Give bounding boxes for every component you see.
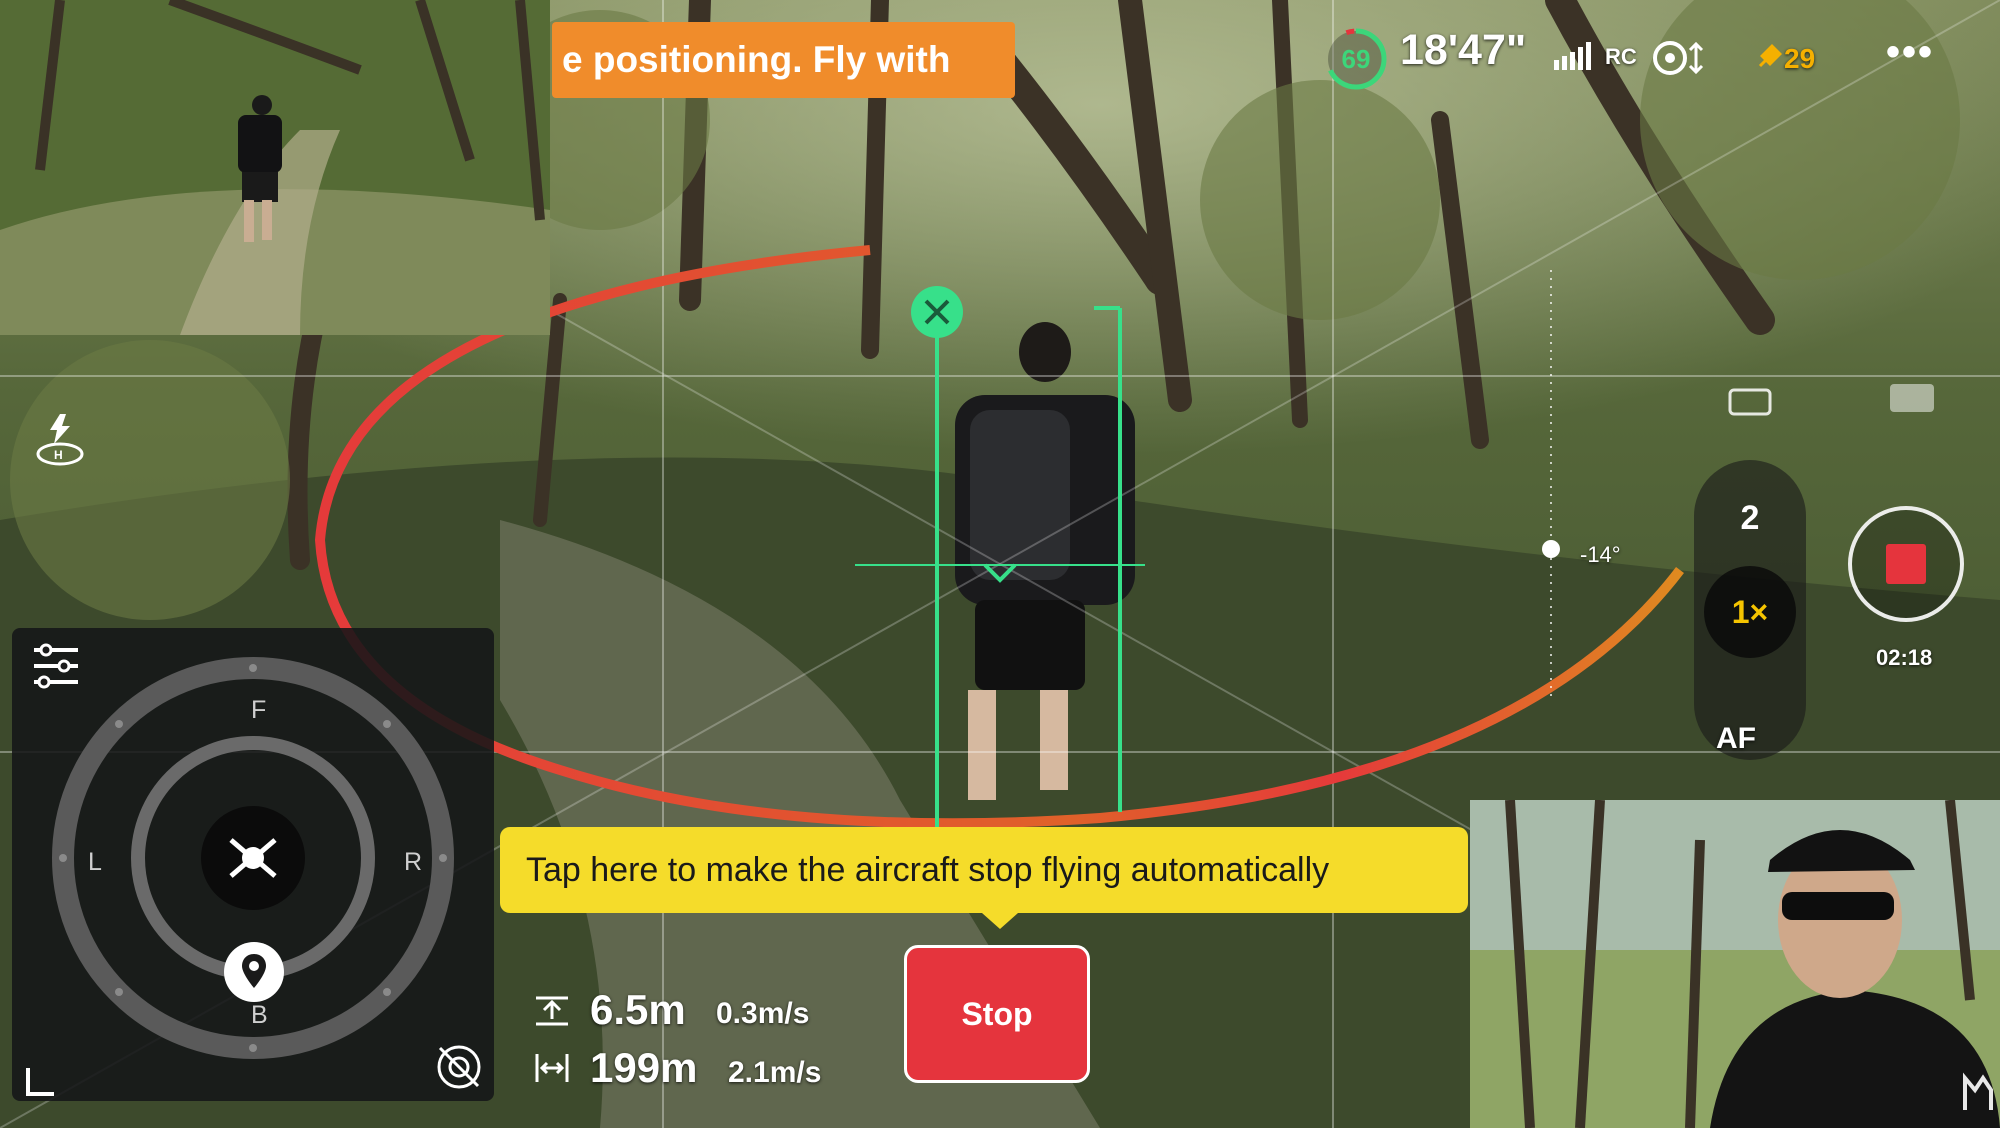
- signal-strength-icon[interactable]: [1552, 40, 1600, 70]
- satellite-count: 29: [1784, 43, 1816, 74]
- more-menu-button[interactable]: •••: [1886, 30, 1934, 75]
- battery-percent: 69: [1341, 44, 1371, 74]
- distance-value: 199m: [590, 1044, 698, 1091]
- pip-video-top-left: [0, 0, 550, 335]
- minimap-right-label: R: [404, 848, 423, 876]
- minimap-expand-icon[interactable]: [24, 1066, 56, 1098]
- minimap-back-label: B: [251, 1001, 268, 1029]
- stop-button[interactable]: Stop: [904, 945, 1090, 1083]
- obstacle-sensing-icon[interactable]: [1652, 38, 1712, 78]
- warning-banner[interactable]: e positioning. Fly with: [552, 22, 1015, 98]
- home-location-pin-icon: [224, 942, 284, 1002]
- distance-icon: [535, 1054, 569, 1082]
- record-stop-button[interactable]: [1848, 506, 1964, 622]
- focus-mode-button[interactable]: AF: [1716, 722, 1756, 756]
- obstacle-avoidance-off-icon[interactable]: [434, 1042, 484, 1092]
- attitude-minimap[interactable]: F B L R: [12, 628, 494, 1101]
- stop-hint-tooltip: Tap here to make the aircraft stop flyin…: [500, 827, 1468, 913]
- aircraft-icon: [229, 838, 277, 878]
- gimbal-angle: -14°: [1580, 542, 1621, 567]
- minimap-left-label: L: [88, 848, 102, 876]
- record-time: 02:18: [1876, 645, 1933, 670]
- pip-video-selfie: [1470, 800, 2000, 1128]
- flight-time-remaining: 18'47": [1400, 26, 1527, 74]
- photo-mode-icon[interactable]: [1888, 378, 1936, 414]
- rc-label: RC: [1605, 44, 1637, 69]
- battery-indicator[interactable]: 69: [1322, 25, 1390, 93]
- altitude-icon: [536, 996, 568, 1026]
- altitude-value: 6.5m: [590, 986, 686, 1033]
- cancel-track-icon: [911, 286, 963, 338]
- vertical-speed-value: 0.3m/s: [716, 997, 810, 1030]
- map-settings-sliders-icon[interactable]: [30, 640, 82, 692]
- gimbal-slider-handle[interactable]: [1542, 540, 1560, 558]
- return-to-home-icon[interactable]: H: [32, 410, 88, 470]
- zoom-1x-button[interactable]: 1×: [1704, 566, 1796, 658]
- zoom-2x-button[interactable]: 2: [1708, 476, 1792, 560]
- tooltip-pointer: [982, 913, 1018, 929]
- horizontal-speed-value: 2.1m/s: [728, 1056, 822, 1089]
- satellite-icon: [1758, 44, 1782, 68]
- svg-text:H: H: [54, 448, 63, 462]
- camera-mode-icon[interactable]: [1728, 388, 1772, 416]
- record-stop-icon: [1886, 544, 1926, 584]
- minimap-front-label: F: [251, 696, 267, 724]
